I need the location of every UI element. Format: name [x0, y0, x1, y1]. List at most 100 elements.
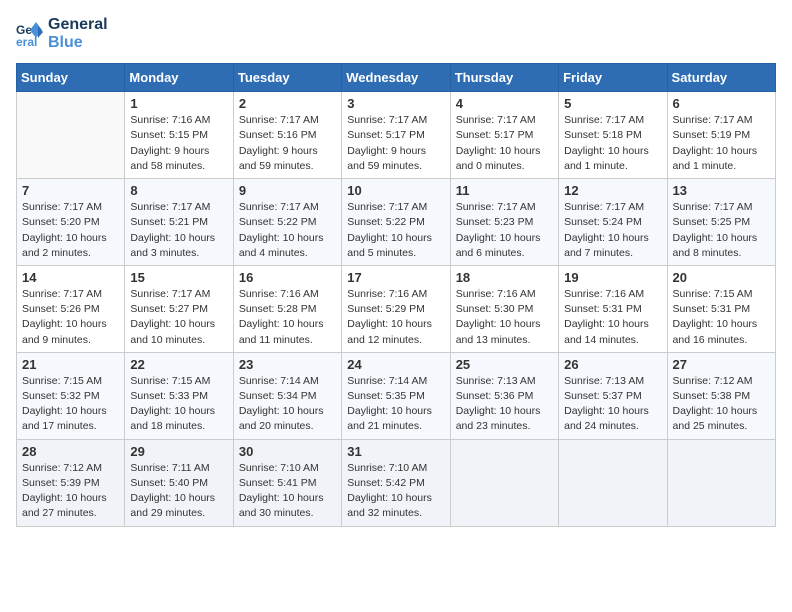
calendar-cell: 3 Sunrise: 7:17 AMSunset: 5:17 PMDaylight…: [342, 92, 450, 179]
day-info: Sunrise: 7:12 AMSunset: 5:38 PMDaylight:…: [673, 374, 770, 435]
day-info: Sunrise: 7:15 AMSunset: 5:31 PMDaylight:…: [673, 287, 770, 348]
day-number: 11: [456, 183, 553, 198]
day-number: 8: [130, 183, 227, 198]
calendar-cell: 23 Sunrise: 7:14 AMSunset: 5:34 PMDayligh…: [233, 352, 341, 439]
calendar-cell: 4 Sunrise: 7:17 AMSunset: 5:17 PMDaylight…: [450, 92, 558, 179]
calendar-cell: 20 Sunrise: 7:15 AMSunset: 5:31 PMDayligh…: [667, 265, 775, 352]
weekday-saturday: Saturday: [667, 64, 775, 92]
calendar-table: SundayMondayTuesdayWednesdayThursdayFrid…: [16, 63, 776, 526]
calendar-cell: 14 Sunrise: 7:17 AMSunset: 5:26 PMDayligh…: [17, 265, 125, 352]
day-number: 20: [673, 270, 770, 285]
day-info: Sunrise: 7:13 AMSunset: 5:36 PMDaylight:…: [456, 374, 553, 435]
day-number: 10: [347, 183, 444, 198]
day-number: 30: [239, 444, 336, 459]
day-info: Sunrise: 7:17 AMSunset: 5:27 PMDaylight:…: [130, 287, 227, 348]
page-wrapper: Gen eral General Blue SundayMondayTuesda…: [16, 16, 776, 527]
day-number: 5: [564, 96, 661, 111]
day-info: Sunrise: 7:12 AMSunset: 5:39 PMDaylight:…: [22, 461, 119, 522]
calendar-cell: 15 Sunrise: 7:17 AMSunset: 5:27 PMDayligh…: [125, 265, 233, 352]
day-number: 13: [673, 183, 770, 198]
day-info: Sunrise: 7:17 AMSunset: 5:24 PMDaylight:…: [564, 200, 661, 261]
day-info: Sunrise: 7:10 AMSunset: 5:41 PMDaylight:…: [239, 461, 336, 522]
weekday-friday: Friday: [559, 64, 667, 92]
calendar-cell: 28 Sunrise: 7:12 AMSunset: 5:39 PMDayligh…: [17, 439, 125, 526]
day-number: 12: [564, 183, 661, 198]
day-number: 14: [22, 270, 119, 285]
day-info: Sunrise: 7:11 AMSunset: 5:40 PMDaylight:…: [130, 461, 227, 522]
day-info: Sunrise: 7:15 AMSunset: 5:33 PMDaylight:…: [130, 374, 227, 435]
day-number: 3: [347, 96, 444, 111]
day-info: Sunrise: 7:17 AMSunset: 5:17 PMDaylight:…: [456, 113, 553, 174]
day-info: Sunrise: 7:17 AMSunset: 5:26 PMDaylight:…: [22, 287, 119, 348]
calendar-cell: [450, 439, 558, 526]
day-info: Sunrise: 7:17 AMSunset: 5:17 PMDaylight:…: [347, 113, 444, 174]
calendar-cell: [559, 439, 667, 526]
header: Gen eral General Blue: [16, 16, 776, 51]
day-info: Sunrise: 7:17 AMSunset: 5:21 PMDaylight:…: [130, 200, 227, 261]
day-info: Sunrise: 7:17 AMSunset: 5:16 PMDaylight:…: [239, 113, 336, 174]
day-number: 26: [564, 357, 661, 372]
calendar-cell: [17, 92, 125, 179]
day-number: 28: [22, 444, 119, 459]
day-number: 24: [347, 357, 444, 372]
calendar-cell: 2 Sunrise: 7:17 AMSunset: 5:16 PMDaylight…: [233, 92, 341, 179]
calendar-week-row: 28 Sunrise: 7:12 AMSunset: 5:39 PMDayligh…: [17, 439, 776, 526]
day-number: 25: [456, 357, 553, 372]
calendar-cell: 18Sunrise: 7:16 AMSunset: 5:30 PMDayligh…: [450, 265, 558, 352]
calendar-cell: 25 Sunrise: 7:13 AMSunset: 5:36 PMDayligh…: [450, 352, 558, 439]
day-number: 17: [347, 270, 444, 285]
day-info: Sunrise: 7:17 AMSunset: 5:19 PMDaylight:…: [673, 113, 770, 174]
day-info: Sunrise: 7:14 AMSunset: 5:34 PMDaylight:…: [239, 374, 336, 435]
calendar-cell: 19 Sunrise: 7:16 AMSunset: 5:31 PMDayligh…: [559, 265, 667, 352]
day-info: Sunrise: 7:17 AMSunset: 5:22 PMDaylight:…: [347, 200, 444, 261]
weekday-wednesday: Wednesday: [342, 64, 450, 92]
day-number: 22: [130, 357, 227, 372]
calendar-cell: 10 Sunrise: 7:17 AMSunset: 5:22 PMDayligh…: [342, 179, 450, 266]
weekday-header-row: SundayMondayTuesdayWednesdayThursdayFrid…: [17, 64, 776, 92]
day-number: 7: [22, 183, 119, 198]
calendar-cell: 24 Sunrise: 7:14 AMSunset: 5:35 PMDayligh…: [342, 352, 450, 439]
day-number: 1: [130, 96, 227, 111]
logo-text: General Blue: [48, 16, 108, 51]
calendar-cell: 26 Sunrise: 7:13 AMSunset: 5:37 PMDayligh…: [559, 352, 667, 439]
day-info: Sunrise: 7:15 AMSunset: 5:32 PMDaylight:…: [22, 374, 119, 435]
calendar-cell: 5 Sunrise: 7:17 AMSunset: 5:18 PMDaylight…: [559, 92, 667, 179]
day-number: 21: [22, 357, 119, 372]
calendar-cell: 21 Sunrise: 7:15 AMSunset: 5:32 PMDayligh…: [17, 352, 125, 439]
day-info: Sunrise: 7:16 AMSunset: 5:29 PMDaylight:…: [347, 287, 444, 348]
day-number: 31: [347, 444, 444, 459]
day-number: 15: [130, 270, 227, 285]
calendar-cell: 8 Sunrise: 7:17 AMSunset: 5:21 PMDaylight…: [125, 179, 233, 266]
weekday-monday: Monday: [125, 64, 233, 92]
day-number: 16: [239, 270, 336, 285]
calendar-week-row: 7 Sunrise: 7:17 AMSunset: 5:20 PMDaylight…: [17, 179, 776, 266]
calendar-cell: 16Sunrise: 7:16 AMSunset: 5:28 PMDayligh…: [233, 265, 341, 352]
calendar-cell: [667, 439, 775, 526]
day-info: Sunrise: 7:17 AMSunset: 5:25 PMDaylight:…: [673, 200, 770, 261]
day-info: Sunrise: 7:17 AMSunset: 5:20 PMDaylight:…: [22, 200, 119, 261]
day-number: 6: [673, 96, 770, 111]
calendar-cell: 27 Sunrise: 7:12 AMSunset: 5:38 PMDayligh…: [667, 352, 775, 439]
calendar-cell: 11Sunrise: 7:17 AMSunset: 5:23 PMDayligh…: [450, 179, 558, 266]
calendar-cell: 12 Sunrise: 7:17 AMSunset: 5:24 PMDayligh…: [559, 179, 667, 266]
day-number: 27: [673, 357, 770, 372]
svg-text:eral: eral: [16, 35, 37, 48]
day-number: 29: [130, 444, 227, 459]
weekday-sunday: Sunday: [17, 64, 125, 92]
day-info: Sunrise: 7:13 AMSunset: 5:37 PMDaylight:…: [564, 374, 661, 435]
day-number: 23: [239, 357, 336, 372]
day-number: 2: [239, 96, 336, 111]
day-info: Sunrise: 7:14 AMSunset: 5:35 PMDaylight:…: [347, 374, 444, 435]
calendar-week-row: 21 Sunrise: 7:15 AMSunset: 5:32 PMDayligh…: [17, 352, 776, 439]
day-number: 4: [456, 96, 553, 111]
calendar-cell: 9Sunrise: 7:17 AMSunset: 5:22 PMDaylight…: [233, 179, 341, 266]
day-info: Sunrise: 7:16 AMSunset: 5:15 PMDaylight:…: [130, 113, 227, 174]
day-info: Sunrise: 7:17 AMSunset: 5:18 PMDaylight:…: [564, 113, 661, 174]
day-info: Sunrise: 7:16 AMSunset: 5:31 PMDaylight:…: [564, 287, 661, 348]
day-number: 19: [564, 270, 661, 285]
day-info: Sunrise: 7:17 AMSunset: 5:22 PMDaylight:…: [239, 200, 336, 261]
day-info: Sunrise: 7:10 AMSunset: 5:42 PMDaylight:…: [347, 461, 444, 522]
day-number: 18: [456, 270, 553, 285]
calendar-cell: 13 Sunrise: 7:17 AMSunset: 5:25 PMDayligh…: [667, 179, 775, 266]
weekday-thursday: Thursday: [450, 64, 558, 92]
